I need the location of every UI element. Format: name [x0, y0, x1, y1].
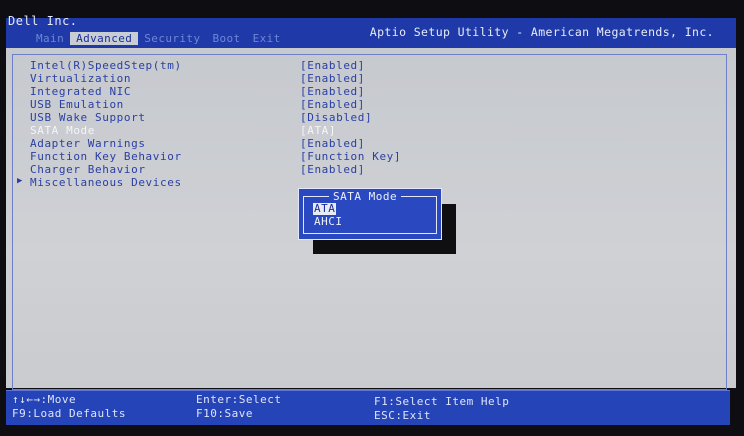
setting-label: Integrated NIC	[30, 85, 132, 98]
popup-option-ahci[interactable]: AHCI	[313, 216, 344, 228]
setting-value: [ATA]	[300, 124, 337, 137]
sata-mode-popup: SATA Mode ATA AHCI	[298, 188, 442, 240]
setting-value: [Enabled]	[300, 137, 366, 150]
tab-main[interactable]: Main	[30, 32, 70, 45]
setting-row-virtualization[interactable]: Virtualization [Enabled]	[30, 72, 430, 85]
help-esc-exit: ESC:Exit	[374, 409, 431, 422]
help-enter-select: Enter:Select	[196, 393, 282, 406]
setting-value: [Enabled]	[300, 98, 366, 111]
setting-row-usb-emulation[interactable]: USB Emulation [Enabled]	[30, 98, 430, 111]
setting-value: [Enabled]	[300, 163, 366, 176]
tab-exit[interactable]: Exit	[247, 32, 287, 45]
tab-bar: Main Advanced Security Boot Exit	[30, 32, 287, 45]
setting-value: [Enabled]	[300, 59, 366, 72]
help-load-defaults: F9:Load Defaults	[12, 407, 126, 420]
setting-row-function-key[interactable]: Function Key Behavior [Function Key]	[30, 150, 430, 163]
popup-option-ata[interactable]: ATA	[313, 203, 337, 215]
vendor-name: Dell Inc.	[8, 14, 78, 28]
popup-title: SATA Mode	[329, 190, 402, 203]
setting-row-charger[interactable]: Charger Behavior [Enabled]	[30, 163, 430, 176]
setting-label: USB Wake Support	[30, 111, 146, 124]
setting-row-integrated-nic[interactable]: Integrated NIC [Enabled]	[30, 85, 430, 98]
setting-row-speedstep[interactable]: Intel(R)SpeedStep(tm) [Enabled]	[30, 59, 430, 72]
setting-value: [Disabled]	[300, 111, 373, 124]
help-footer: ↑↓←→:Move F9:Load Defaults Enter:Select …	[6, 390, 730, 425]
setting-label: Intel(R)SpeedStep(tm)	[30, 59, 182, 72]
setting-row-usb-wake[interactable]: USB Wake Support [Disabled]	[30, 111, 430, 124]
help-f1-item-help: F1:Select Item Help	[374, 395, 510, 408]
help-f10-save: F10:Save	[196, 407, 253, 420]
tab-advanced[interactable]: Advanced	[70, 32, 139, 45]
setting-row-adapter-warnings[interactable]: Adapter Warnings [Enabled]	[30, 137, 430, 150]
setting-value: [Enabled]	[300, 72, 366, 85]
submenu-arrow-icon: ▶	[17, 176, 23, 186]
setting-label: Virtualization	[30, 72, 132, 85]
setting-label: USB Emulation	[30, 98, 124, 111]
setting-value: [Function Key]	[300, 150, 402, 163]
setting-value: [Enabled]	[300, 85, 366, 98]
setting-label: Adapter Warnings	[30, 137, 146, 150]
utility-title: Aptio Setup Utility - American Megatrend…	[369, 25, 714, 39]
tab-boot[interactable]: Boot	[206, 32, 246, 45]
help-move: ↑↓←→:Move	[12, 393, 77, 406]
bios-screen: Dell Inc. Aptio Setup Utility - American…	[0, 0, 744, 436]
setting-label: Miscellaneous Devices	[30, 176, 182, 189]
setting-label: Function Key Behavior	[30, 150, 182, 163]
tab-security[interactable]: Security	[138, 32, 206, 45]
setting-label: Charger Behavior	[30, 163, 146, 176]
setting-row-sata-mode[interactable]: SATA Mode [ATA]	[30, 124, 430, 137]
setting-label: SATA Mode	[30, 124, 96, 137]
